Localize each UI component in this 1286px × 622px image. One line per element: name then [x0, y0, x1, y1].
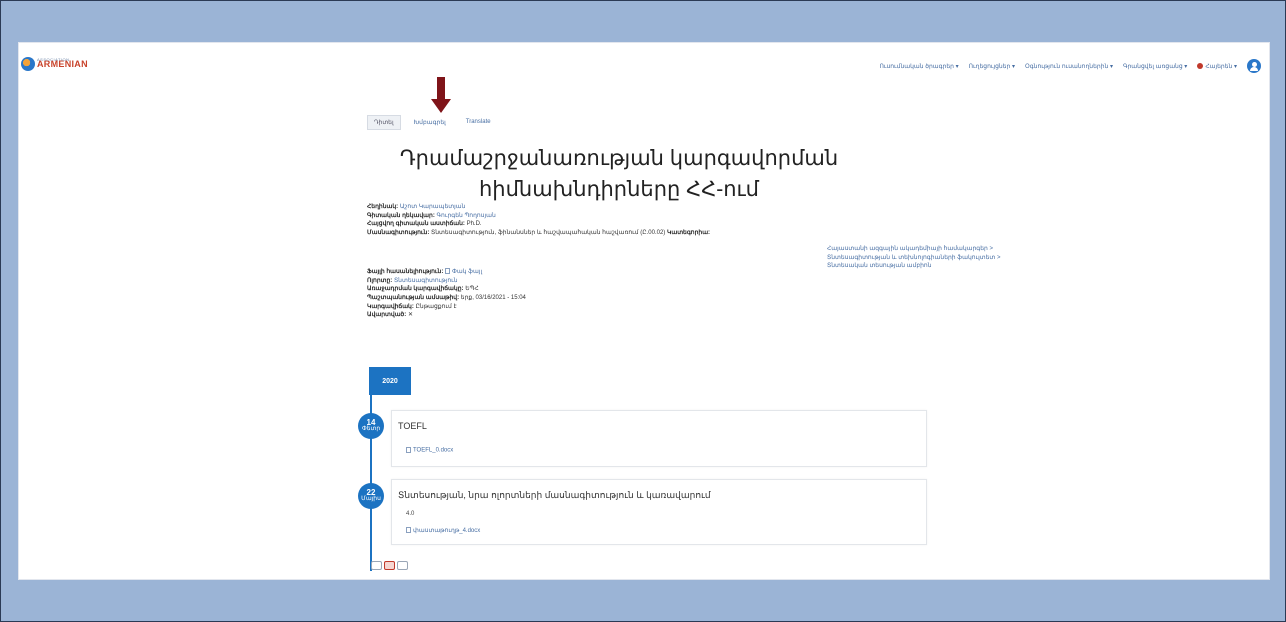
author-link[interactable]: Աշոտ Կարապետյան: [400, 204, 466, 210]
classification-item[interactable]: Տնտեսագիտության և տեխնոլոգիաների ֆակուլտ…: [827, 254, 1000, 263]
classification-list: Հայաստանի ազգային ակադեմիայի համակարգեր …: [827, 245, 1000, 271]
logo-subtext: ASSOCIATION: [37, 57, 70, 62]
page-title-line2: հիմնախնդիրները ՀՀ-ում: [478, 178, 759, 201]
tab-translate[interactable]: Translate: [459, 115, 498, 130]
timeline-date-badge: 22 Մայիս: [358, 483, 384, 509]
nav-item-guides[interactable]: Ուղեցույցներ ▾: [969, 63, 1015, 70]
event-grade: 4.0: [406, 511, 415, 517]
classification-item[interactable]: Տնտեսական տեսության ամբիոն: [827, 262, 1000, 271]
page-title: Դրամաշրջանառության կարգավորման հիմնախնդի…: [379, 143, 859, 205]
meta-defense-date: Պաշտպանության ամսաթիվ: երք, 03/16/2021 -…: [367, 294, 526, 301]
timeline-card: TOEFL TOEFL_0.docx: [391, 410, 927, 467]
file-access-link[interactable]: Փակ ֆայլ: [452, 269, 482, 275]
nav-item-help[interactable]: Օգնություն ուսանողներին ▾: [1025, 63, 1113, 70]
supervisor-link[interactable]: Գուրգեն Պողոսյան: [437, 213, 496, 219]
email-icon[interactable]: [397, 561, 408, 570]
meta-field: Ոլորտը: Տնտեսագիտություն: [367, 277, 458, 284]
field-link[interactable]: Տնտեսագիտություն: [394, 278, 458, 284]
timeline-card: Տնտեսության, նրա ոլորտների մասնագիտությո…: [391, 479, 927, 545]
content-tabs: Դիտել Խմբագրել Translate: [367, 115, 498, 130]
event-title: Տնտեսության, նրա ոլորտների մասնագիտությո…: [398, 490, 711, 500]
pdf-icon[interactable]: [384, 561, 395, 570]
meta-file-access: Ֆայլի հասանելիություն: Փակ ֆայլ: [367, 268, 483, 275]
file-icon: [406, 447, 411, 453]
print-icon[interactable]: [371, 561, 382, 570]
meta-status: Կարգավիճակ: Ընթացքում է: [367, 303, 457, 310]
file-icon: [445, 268, 450, 275]
meta-submission: Առաջադրման կարգավիճակը: ԵՊՀ: [367, 286, 479, 293]
timeline-year: 2020: [369, 367, 411, 395]
user-icon[interactable]: [1247, 59, 1261, 73]
timeline-date-badge: 14 Փետր: [358, 413, 384, 439]
down-arrow-icon: [431, 77, 451, 117]
meta-completed: Ավարտված: ✕: [367, 312, 413, 319]
classification-item[interactable]: Հայաստանի ազգային ակադեմիայի համակարգեր …: [827, 245, 1000, 254]
event-title: TOEFL: [398, 421, 427, 431]
metadata-list: Հեղինակ: Աշոտ Կարապետյան Գիտական ղեկավար…: [367, 203, 710, 320]
page-title-line1: Դրամաշրջանառության կարգավորման: [399, 147, 839, 170]
main-nav: Ուսումնական ծրագրեր ▾ Ուղեցույցներ ▾ Օգն…: [879, 59, 1261, 73]
nav-item-register[interactable]: Գրանցվել առցանց ▾: [1123, 63, 1187, 70]
meta-author: Հեղինակ: Աշոտ Կարապետյան: [367, 204, 466, 210]
event-file[interactable]: TOEFL_0.docx: [406, 447, 453, 454]
flag-icon: [1197, 62, 1204, 69]
classification-label: Կատեգորիա:: [666, 230, 711, 237]
page-container: ARMENIAN ASSOCIATION Ուսումնական ծրագրեր…: [18, 42, 1270, 580]
event-file[interactable]: փաստաթուղթ_4.docx: [406, 527, 480, 534]
language-label: Հայերեն ▾: [1205, 63, 1237, 70]
page-tools: [371, 561, 408, 570]
language-switcher[interactable]: Հայերեն ▾: [1197, 62, 1237, 70]
tab-edit[interactable]: Խմբագրել: [407, 115, 453, 130]
logo-icon: [21, 57, 35, 71]
meta-supervisor: Գիտական ղեկավար: Գուրգեն Պողոսյան: [367, 212, 496, 219]
nav-item-programs[interactable]: Ուսումնական ծրագրեր ▾: [879, 63, 958, 70]
tab-view[interactable]: Դիտել: [367, 115, 401, 130]
meta-specialty: Մասնագիտություն: Տնտեսագիտություն, ֆինան…: [367, 230, 711, 237]
meta-degree: Հայցվող գիտական աստիճան: Ph.D.: [367, 221, 482, 228]
file-icon: [406, 527, 411, 534]
